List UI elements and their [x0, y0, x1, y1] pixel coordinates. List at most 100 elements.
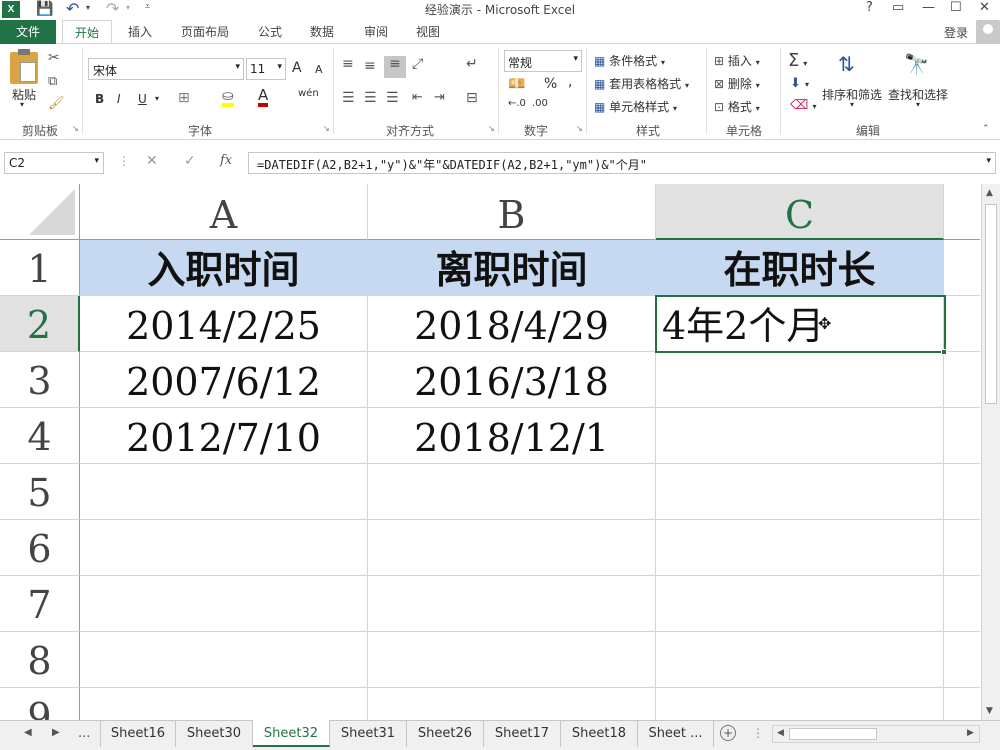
sheet-prev-icon[interactable]: ◀	[24, 727, 32, 738]
conditional-format-button[interactable]: ▦ 条件格式 ▾	[594, 52, 665, 69]
cell-d9[interactable]	[944, 688, 980, 720]
row-header-6[interactable]: 6	[0, 520, 80, 576]
bold-button[interactable]: B	[95, 92, 104, 106]
format-painter-icon[interactable]: 🖌	[48, 96, 65, 111]
fill-color-icon[interactable]: ⛀	[222, 89, 234, 107]
cell-a8[interactable]	[80, 632, 368, 688]
close-button[interactable]: ✕	[979, 0, 990, 15]
cell-a4[interactable]: 2012/7/10	[80, 408, 368, 464]
tab-insert[interactable]: 插入	[118, 20, 162, 44]
sheet-tab-sheet16[interactable]: Sheet16	[100, 721, 176, 747]
cell-b5[interactable]	[368, 464, 656, 520]
tab-formulas[interactable]: 公式	[248, 20, 292, 44]
customize-qat-icon[interactable]: ⩡	[145, 2, 150, 12]
cell-b8[interactable]	[368, 632, 656, 688]
name-box[interactable]: C2 ▾	[4, 152, 104, 174]
undo-icon[interactable]: ↶	[66, 0, 79, 18]
undo-dropdown-icon[interactable]: ▾	[86, 3, 90, 12]
cancel-entry-icon[interactable]: ✕	[146, 153, 158, 169]
column-header-d[interactable]	[944, 184, 980, 240]
comma-button[interactable]: ,	[568, 74, 572, 90]
font-launcher-icon[interactable]: ↘	[323, 124, 330, 133]
format-as-table-button[interactable]: ▦ 套用表格格式 ▾	[594, 75, 689, 92]
cell-c3[interactable]	[656, 352, 944, 408]
cell-b9[interactable]	[368, 688, 656, 720]
cell-b2[interactable]: 2018/4/29	[368, 296, 656, 352]
align-top-icon[interactable]: ≡	[342, 56, 354, 72]
phonetic-icon[interactable]: wén	[298, 88, 319, 99]
scroll-down-icon[interactable]: ▼	[986, 706, 993, 716]
row-header-7[interactable]: 7	[0, 576, 80, 632]
scroll-right-icon[interactable]: ▶	[967, 728, 974, 738]
cell-d3[interactable]	[944, 352, 980, 408]
cell-a2[interactable]: 2014/2/25	[80, 296, 368, 352]
sort-filter-icon[interactable]: ⇅	[838, 52, 855, 76]
cell-c4[interactable]	[656, 408, 944, 464]
cell-c6[interactable]	[656, 520, 944, 576]
cell-b3[interactable]: 2016/3/18	[368, 352, 656, 408]
cell-c1[interactable]: 在职时长	[656, 240, 944, 296]
ribbon-display-button[interactable]: ▭	[892, 0, 904, 15]
scroll-left-icon[interactable]: ◀	[777, 728, 784, 738]
row-header-2[interactable]: 2	[0, 296, 80, 352]
italic-button[interactable]: I	[117, 92, 121, 106]
cell-a6[interactable]	[80, 520, 368, 576]
formula-input[interactable]: =DATEDIF(A2,B2+1,"y")&"年"&DATEDIF(A2,B2+…	[248, 152, 996, 174]
cell-c7[interactable]	[656, 576, 944, 632]
sort-dropdown-icon[interactable]: ▾	[850, 100, 854, 109]
sheet-tab-sheet31[interactable]: Sheet31	[330, 721, 407, 747]
row-header-4[interactable]: 4	[0, 408, 80, 464]
cell-d5[interactable]	[944, 464, 980, 520]
collapse-ribbon-icon[interactable]: ⌃	[982, 124, 990, 134]
grow-font-button[interactable]: A	[292, 60, 302, 76]
sheet-next-icon[interactable]: ▶	[52, 727, 60, 738]
cell-a5[interactable]	[80, 464, 368, 520]
align-middle-icon[interactable]: ≡	[364, 58, 376, 74]
find-dropdown-icon[interactable]: ▾	[916, 100, 920, 109]
row-header-3[interactable]: 3	[0, 352, 80, 408]
find-select-icon[interactable]: 🔭	[904, 52, 929, 76]
select-all-button[interactable]	[0, 184, 80, 240]
redo-dropdown-icon[interactable]: ▾	[126, 3, 130, 12]
cell-b4[interactable]: 2018/12/1	[368, 408, 656, 464]
insert-function-button[interactable]: fx	[220, 153, 232, 168]
scroll-up-icon[interactable]: ▲	[986, 188, 993, 198]
font-color-icon[interactable]: A	[258, 88, 269, 107]
confirm-entry-icon[interactable]: ✓	[184, 153, 196, 169]
orientation-icon[interactable]: ⤢	[412, 56, 423, 72]
merge-center-icon[interactable]: ⊟	[466, 90, 478, 106]
row-header-9[interactable]: 9	[0, 688, 80, 720]
number-format-select[interactable]: 常规 ▾	[504, 50, 582, 72]
row-header-8[interactable]: 8	[0, 632, 80, 688]
column-header-a[interactable]: A	[80, 184, 368, 240]
font-size-select[interactable]: 11 ▾	[246, 58, 286, 80]
cell-b6[interactable]	[368, 520, 656, 576]
formula-bar-grip-icon[interactable]: ⋮	[118, 154, 130, 168]
decrease-decimal-icon[interactable]: .00	[532, 98, 548, 109]
number-launcher-icon[interactable]: ↘	[576, 124, 583, 133]
add-sheet-icon[interactable]: +	[720, 725, 736, 741]
underline-dropdown-icon[interactable]: ▾	[155, 94, 159, 103]
tab-page-layout[interactable]: 页面布局	[170, 20, 240, 44]
tab-view[interactable]: 视图	[406, 20, 450, 44]
percent-button[interactable]: %	[544, 76, 557, 92]
maximize-button[interactable]: ☐	[950, 0, 962, 15]
tab-split-icon[interactable]: ⋮	[752, 726, 764, 740]
save-icon[interactable]: 💾	[36, 1, 53, 17]
sheet-more-button[interactable]: ...	[78, 726, 90, 741]
help-button[interactable]: ?	[866, 0, 873, 15]
wrap-text-icon[interactable]: ↵	[466, 56, 478, 72]
border-icon[interactable]: ⊞	[178, 90, 190, 106]
column-header-c[interactable]: C	[656, 184, 944, 240]
cell-b7[interactable]	[368, 576, 656, 632]
font-name-select[interactable]: 宋体 ▾	[88, 58, 244, 80]
cell-a3[interactable]: 2007/6/12	[80, 352, 368, 408]
vertical-scroll-thumb[interactable]	[985, 204, 997, 404]
align-center-icon[interactable]: ☰	[364, 90, 377, 106]
row-header-1[interactable]: 1	[0, 240, 80, 296]
cell-d8[interactable]	[944, 632, 980, 688]
fill-handle[interactable]	[941, 349, 947, 355]
sheet-tab-sheet32[interactable]: Sheet32	[253, 720, 330, 747]
delete-cells-button[interactable]: ⊠ 删除 ▾	[714, 75, 760, 92]
decrease-indent-icon[interactable]: ⇤	[412, 90, 423, 105]
